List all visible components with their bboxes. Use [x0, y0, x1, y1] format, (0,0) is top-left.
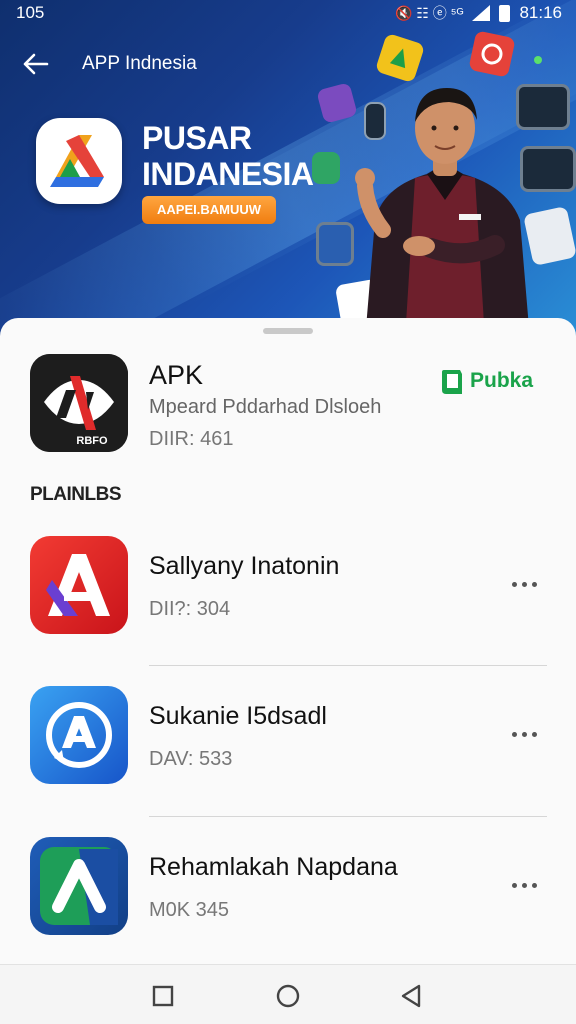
circle-icon: [276, 984, 300, 1008]
app-icon: [30, 686, 128, 784]
tri-color-logo-icon: [50, 135, 104, 187]
more-options-button[interactable]: [504, 572, 544, 596]
status-indicators: 🔇 ☷ ⓔ ⁵ᴳ: [395, 5, 464, 21]
green-arrow-icon: [40, 847, 118, 925]
app-list-sheet: RBFO APK Mpeard Pddarhad Dlsloeh DIIR: 4…: [0, 318, 576, 964]
book-icon: [442, 370, 462, 394]
app-meta: DII?: 304: [149, 598, 231, 620]
hero-badge[interactable]: AAPEI.BAMUUW: [142, 196, 276, 224]
app-name: Rehamlakah Napdana: [149, 853, 398, 881]
apk-logo-icon: RBFO: [30, 354, 128, 452]
publisher-badge[interactable]: Pubka: [440, 366, 533, 396]
square-icon: [152, 985, 174, 1007]
featured-app-meta: DIIR: 461: [149, 428, 234, 450]
recents-button[interactable]: [140, 979, 186, 1013]
system-navigation-bar: [0, 964, 576, 1024]
hero-title: PUSAR INDANESIA: [142, 120, 314, 192]
home-button[interactable]: [265, 979, 311, 1013]
floating-app-tile: [312, 152, 340, 184]
top-app-bar: APP Indnesia: [0, 44, 300, 84]
blue-appstore-icon: [46, 702, 112, 768]
triangle-back-icon: [401, 984, 421, 1008]
red-a-icon: [46, 554, 110, 616]
hero-title-line2: INDANESIA: [142, 156, 314, 192]
divider: [149, 665, 547, 666]
hero-banner: 105 🔇 ☷ ⓔ ⁵ᴳ 81:16 APP Indnesia PUSAR IN…: [0, 0, 576, 340]
back-nav-button[interactable]: [388, 979, 434, 1013]
arrow-left-icon: [23, 53, 49, 75]
hero-title-line1: PUSAR: [142, 120, 252, 156]
divider: [149, 816, 547, 817]
presenter-illustration: [355, 88, 530, 340]
status-time-left: 105: [16, 3, 45, 22]
app-meta: M0K 345: [149, 899, 230, 921]
page-title: APP Indnesia: [82, 53, 197, 74]
featured-icon-caption: RBFO: [76, 435, 108, 447]
back-button[interactable]: [12, 44, 60, 84]
floating-dot: [534, 56, 542, 64]
app-meta: DAV: 533: [149, 748, 233, 770]
featured-app-subtitle: Mpeard Pddarhad Dlsloeh: [149, 396, 382, 418]
section-label: PLAINLBS: [30, 484, 122, 505]
more-options-button[interactable]: [504, 722, 544, 746]
sheet-drag-handle[interactable]: [263, 328, 313, 334]
hero-logo: [36, 118, 122, 204]
more-options-button[interactable]: [504, 873, 544, 897]
app-icon: [30, 837, 128, 935]
app-icon: [30, 536, 128, 634]
battery-icon: [499, 4, 511, 22]
status-bar: 105 🔇 ☷ ⓔ ⁵ᴳ 81:16: [0, 0, 576, 26]
list-item[interactable]: Sallyany Inatonin DII?: 304: [0, 536, 576, 686]
status-time: 81:16: [519, 3, 562, 22]
publisher-name: Pubka: [470, 369, 534, 392]
featured-app-name: APK: [149, 360, 204, 390]
signal-icon: [472, 5, 491, 21]
featured-app[interactable]: RBFO APK Mpeard Pddarhad Dlsloeh DIIR: 4…: [0, 352, 576, 457]
app-name: Sukanie I5dsadl: [149, 702, 327, 730]
featured-app-icon: RBFO: [30, 354, 128, 452]
list-item[interactable]: Sukanie I5dsadl DAV: 533: [0, 686, 576, 836]
app-name: Sallyany Inatonin: [149, 552, 340, 580]
